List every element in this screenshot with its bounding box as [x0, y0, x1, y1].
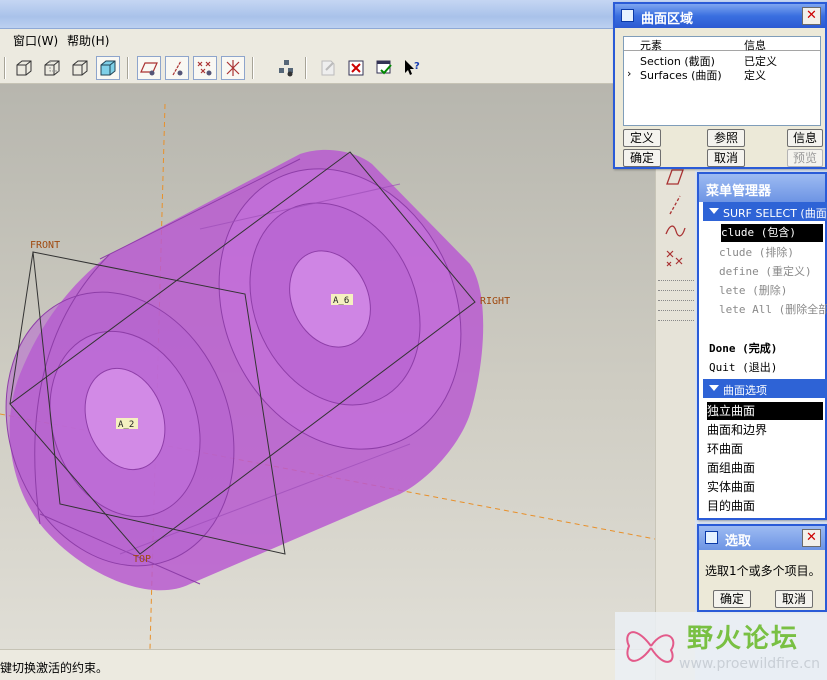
define-button[interactable]: 定义	[623, 129, 661, 147]
toolbar: ?	[0, 51, 615, 84]
table-row[interactable]: Section (截面) 已定义	[624, 53, 820, 68]
info-button[interactable]: 信息	[787, 129, 823, 147]
menu-section-surface-options[interactable]: 曲面选项	[703, 379, 827, 398]
datum-plane-tool-icon[interactable]	[664, 166, 686, 188]
cancel-button[interactable]: 取消	[707, 149, 745, 167]
message-area: 键切换激活的约束。	[0, 649, 655, 680]
axis-label-a2[interactable]: A_2	[118, 420, 134, 430]
menu-item-quilt-surfaces[interactable]: 面组曲面	[707, 459, 823, 477]
menu-manager-title-bar[interactable]: 菜单管理器	[699, 174, 825, 202]
menu-item-quit[interactable]: Quit (退出)	[709, 359, 777, 377]
datum-axis-tool-icon[interactable]	[664, 194, 686, 216]
view-shaded-icon[interactable]	[96, 56, 120, 80]
divider	[658, 320, 694, 321]
window-icon	[705, 531, 718, 544]
menu-item-include[interactable]: clude (包含)	[721, 224, 823, 242]
menu-item-exclude: clude (排除)	[719, 246, 794, 259]
view-no-hidden-icon[interactable]	[68, 56, 92, 80]
menu-item-intent-surfaces[interactable]: 目的曲面	[707, 497, 823, 515]
menu-item-loop-surfaces[interactable]: 环曲面	[707, 440, 823, 458]
row-element: Surfaces (曲面)	[640, 69, 722, 82]
toolbar-separator	[127, 57, 129, 79]
menu-item-redefine: define (重定义)	[719, 265, 812, 278]
datum-point-display-icon[interactable]	[193, 56, 217, 80]
table-row[interactable]: › Surfaces (曲面) 定义	[624, 67, 820, 82]
svg-text:?: ?	[414, 61, 420, 72]
divider	[658, 310, 694, 311]
model-view[interactable]: FRONT RIGHT TOP A_6 A_2	[0, 84, 655, 649]
column-header-info: 信息	[744, 39, 766, 52]
menu-item-delete-all: lete All (删除全部	[719, 303, 827, 316]
datum-label-top[interactable]: TOP	[133, 554, 151, 565]
menu-manager: 菜单管理器 SURF SELECT (曲面 clude (包含) clude (…	[697, 172, 827, 520]
element-table: 元素 信息 Section (截面) 已定义 › Surfaces (曲面) 定…	[623, 36, 821, 126]
select-prompt: 选取1个或多个项目。	[705, 564, 821, 578]
datum-curve-tool-icon[interactable]	[664, 220, 686, 242]
menu-manager-title: 菜单管理器	[706, 184, 772, 199]
menu-section-surf-select[interactable]: SURF SELECT (曲面	[703, 202, 827, 221]
menu-window[interactable]: 窗口(W)	[13, 32, 58, 49]
references-button[interactable]: 参照	[707, 129, 745, 147]
divider	[658, 290, 694, 291]
select-title-bar[interactable]: 选取 ✕	[699, 526, 825, 550]
watermark: 野火论坛 www.proewildfire.cn	[615, 612, 827, 680]
close-icon[interactable]: ✕	[802, 7, 821, 25]
surface-region-dialog: 曲面区域 ✕ 元素 信息 Section (截面) 已定义 › Surfaces…	[613, 2, 827, 169]
preview-button: 预览	[787, 149, 823, 167]
close-window-icon[interactable]	[344, 56, 368, 80]
select-title: 选取	[725, 534, 752, 549]
table-header: 元素 信息	[624, 37, 820, 52]
divider	[658, 280, 694, 281]
collapse-triangle-icon	[709, 208, 719, 214]
view-wireframe-icon[interactable]	[12, 56, 36, 80]
context-help-icon[interactable]: ?	[400, 56, 424, 80]
collapse-triangle-icon	[709, 385, 719, 391]
redo-feature-icon[interactable]	[316, 56, 340, 80]
row-info: 定义	[744, 69, 766, 82]
menu-item-delete: lete (删除)	[719, 284, 788, 297]
menu-item-done[interactable]: Done (完成)	[709, 340, 777, 358]
toolbar-separator	[4, 57, 6, 79]
datum-plane-display-icon[interactable]	[137, 56, 161, 80]
status-message: 键切换激活的约束。	[0, 661, 109, 675]
menu-bar: 窗口(W) 帮助(H)	[0, 29, 615, 51]
regenerate-icon[interactable]	[372, 56, 396, 80]
cylinder-model[interactable]	[0, 129, 506, 598]
close-icon[interactable]: ✕	[802, 529, 821, 547]
datum-label-right[interactable]: RIGHT	[480, 296, 510, 307]
toolbar-separator	[252, 57, 254, 79]
datum-axis-display-icon[interactable]	[165, 56, 189, 80]
column-header-element: 元素	[640, 39, 662, 52]
menu-item-single-surface[interactable]: 独立曲面	[707, 402, 823, 420]
select-dialog: 选取 ✕ 选取1个或多个项目。 确定 取消	[697, 524, 827, 612]
select-cancel-button[interactable]: 取消	[775, 590, 813, 608]
dialog-title: 曲面区域	[641, 12, 694, 27]
model-tree-icon[interactable]	[274, 56, 298, 80]
menu-help[interactable]: 帮助(H)	[67, 32, 109, 49]
divider	[658, 300, 694, 301]
menu-item-surface-and-boundaries[interactable]: 曲面和边界	[707, 421, 823, 439]
csys-display-icon[interactable]	[221, 56, 245, 80]
ok-button[interactable]: 确定	[623, 149, 661, 167]
watermark-name: 野火论坛	[687, 624, 800, 654]
datum-point-tool-icon[interactable]	[664, 248, 686, 270]
current-row-marker-icon: ›	[627, 67, 632, 80]
toolbar-separator	[305, 57, 307, 79]
window-icon	[621, 9, 634, 22]
select-ok-button[interactable]: 确定	[713, 590, 751, 608]
watermark-url: www.proewildfire.cn	[679, 656, 821, 672]
axis-label-a6[interactable]: A_6	[333, 296, 349, 306]
menu-item-solid-surfaces[interactable]: 实体曲面	[707, 478, 823, 496]
graphics-window[interactable]: FRONT RIGHT TOP A_6 A_2	[0, 84, 655, 649]
view-hidden-line-icon[interactable]	[40, 56, 64, 80]
dialog-title-bar[interactable]: 曲面区域 ✕	[615, 4, 825, 28]
datum-label-front[interactable]: FRONT	[30, 240, 60, 251]
feature-toolbar	[655, 84, 695, 680]
butterfly-logo-icon	[626, 631, 675, 663]
